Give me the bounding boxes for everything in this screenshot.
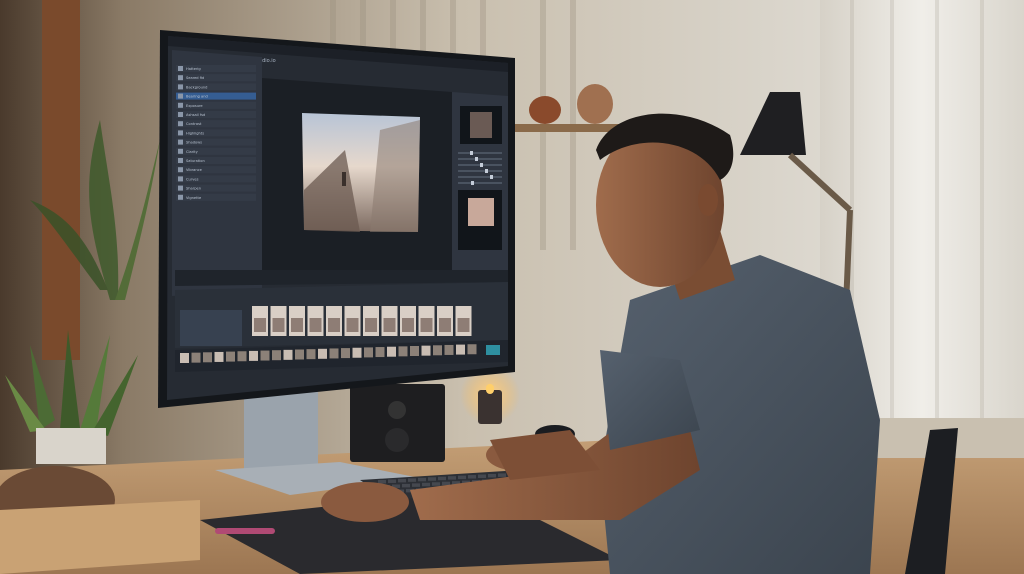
layer-name: Sharpen: [186, 187, 201, 191]
layer-name: Exposure: [186, 104, 203, 108]
timeline-clip[interactable]: [398, 346, 408, 357]
slider-handle[interactable]: [471, 181, 474, 185]
timeline-clip[interactable]: [237, 351, 247, 362]
keyboard-key: [378, 480, 386, 484]
slider-handle[interactable]: [470, 151, 473, 155]
timeline-marker[interactable]: [486, 345, 500, 355]
pen: [215, 528, 275, 534]
timeline-clip[interactable]: [203, 352, 212, 363]
layer-visibility-icon[interactable]: [178, 75, 183, 81]
timeline-clip[interactable]: [260, 350, 270, 361]
timeline-clip[interactable]: [283, 349, 293, 360]
layer-visibility-icon[interactable]: [178, 121, 183, 127]
keyboard-key: [388, 479, 396, 483]
keyboard-key: [438, 476, 446, 481]
wall-shelf: [512, 124, 622, 132]
property-slider[interactable]: [458, 182, 502, 184]
timeline-clip[interactable]: [421, 345, 431, 356]
timeline-clip[interactable]: [272, 350, 281, 361]
layer-name: Hatterig: [186, 67, 201, 71]
keyboard-key: [432, 482, 440, 486]
layer-name: Vibrance: [186, 168, 203, 172]
layer-name: Shadows: [186, 141, 202, 145]
layer-visibility-icon[interactable]: [178, 167, 183, 173]
scene-illustration: Kodio.io HatterigSeared fidBackgroundBea…: [0, 0, 1024, 574]
layer-visibility-icon[interactable]: [178, 148, 183, 154]
layer-visibility-icon[interactable]: [178, 158, 183, 163]
timeline-clip[interactable]: [433, 345, 442, 356]
keyboard-key: [448, 476, 456, 480]
layer-name: Contrast: [186, 122, 202, 126]
keyboard-key: [488, 473, 496, 478]
layer-name: Vignette: [186, 196, 202, 200]
timeline-clip[interactable]: [456, 344, 465, 355]
layer-visibility-icon[interactable]: [178, 66, 183, 71]
timeline-clip[interactable]: [444, 344, 454, 355]
keyboard-key: [458, 475, 466, 480]
layer-list: Hatterig Seared fid Background Bearing and E…: [176, 65, 256, 201]
layer-name: Background: [186, 85, 207, 89]
layer-name: Curves: [186, 177, 199, 181]
timeline-clip[interactable]: [191, 352, 201, 363]
photo-scene: Kodio.io Hatterig Seared fid Background Bea…: [0, 0, 1024, 574]
slider-handle[interactable]: [480, 163, 483, 167]
slider-handle[interactable]: [490, 175, 493, 179]
timeline-clip[interactable]: [387, 346, 396, 357]
slider-handle[interactable]: [475, 157, 478, 161]
layer-visibility-icon[interactable]: [178, 139, 183, 145]
timeline-clip[interactable]: [180, 353, 189, 363]
timeline-clip[interactable]: [467, 344, 477, 355]
layer-name: Clarity: [186, 150, 199, 154]
keyboard-key: [402, 483, 410, 488]
shelf-vase: [529, 96, 561, 124]
keyboard-key: [498, 473, 506, 477]
shelf-pot: [577, 84, 613, 124]
property-slider[interactable]: [458, 170, 502, 172]
timeline-clip[interactable]: [341, 348, 350, 359]
timeline-clip[interactable]: [352, 347, 362, 358]
property-slider[interactable]: [458, 176, 502, 178]
keyboard-key: [468, 475, 476, 479]
property-slider[interactable]: [458, 158, 502, 160]
timeline-clip[interactable]: [410, 346, 419, 356]
layer-visibility-icon[interactable]: [178, 194, 183, 200]
layer-name: Highlights: [186, 131, 204, 135]
timeline-clip[interactable]: [375, 347, 385, 358]
layer-name: Saturation: [186, 159, 205, 163]
keyboard-key: [422, 482, 430, 487]
timeline-clip[interactable]: [249, 350, 258, 361]
timeline-clip[interactable]: [329, 348, 339, 359]
keyboard-key: [478, 474, 486, 478]
layer-name: Seared fid: [186, 76, 204, 80]
timeline-clip[interactable]: [318, 348, 327, 359]
layer-visibility-icon[interactable]: [178, 102, 183, 108]
keyboard-key: [412, 483, 420, 487]
layer-visibility-icon[interactable]: [178, 185, 183, 191]
timeline-clip[interactable]: [295, 349, 304, 360]
slider-handle[interactable]: [485, 169, 488, 173]
wooden-beam: [42, 0, 80, 360]
keyboard-key: [408, 478, 416, 482]
keyboard-key: [418, 477, 426, 482]
layer-name: Bearing and: [186, 95, 208, 99]
person-hand-left: [321, 482, 409, 522]
timeline-clip[interactable]: [226, 351, 235, 362]
timeline-clip[interactable]: [364, 347, 373, 358]
timeline-clip[interactable]: [306, 349, 316, 360]
layer-visibility-icon[interactable]: [178, 112, 183, 117]
keyboard-key: [428, 477, 436, 481]
layer-visibility-icon[interactable]: [178, 130, 183, 136]
keyboard-key: [398, 478, 406, 483]
keyboard-key: [442, 481, 450, 486]
layer-visibility-icon[interactable]: [178, 93, 183, 99]
clip-preview: [180, 310, 242, 346]
timeline-clip[interactable]: [214, 351, 224, 362]
layer-visibility-icon[interactable]: [178, 84, 183, 90]
monitor-stand: [244, 392, 318, 472]
layer-visibility-icon[interactable]: [178, 176, 183, 182]
candle-icon: [478, 390, 502, 424]
layer-name: Ashsail fsd: [186, 113, 205, 117]
property-slider[interactable]: [458, 152, 502, 154]
